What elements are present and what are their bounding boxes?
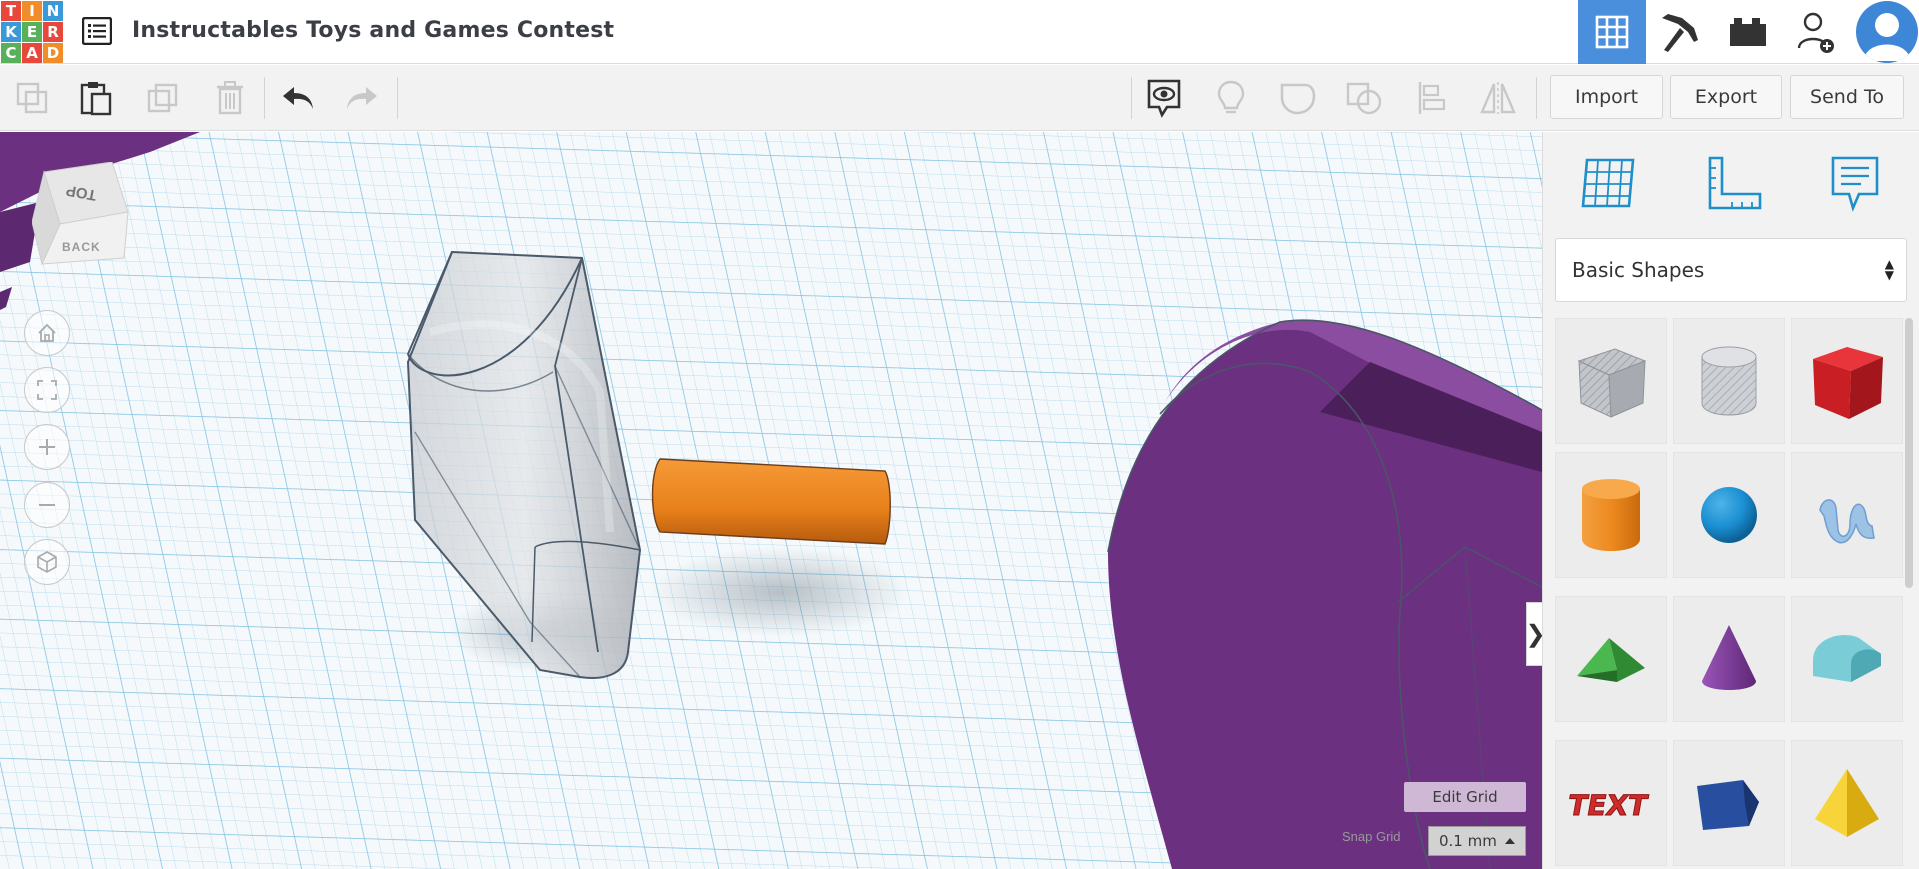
- shape-box[interactable]: [1791, 318, 1903, 444]
- logo-letter: D: [43, 43, 63, 63]
- delete-icon[interactable]: [208, 76, 252, 120]
- polygon-icon: [1697, 780, 1759, 830]
- home-view-icon[interactable]: [24, 310, 70, 356]
- cylinder-icon: [1582, 479, 1640, 551]
- view-cube[interactable]: TOP BACK: [31, 161, 142, 282]
- shape-scribble[interactable]: [1791, 452, 1903, 578]
- brick-view-icon[interactable]: [1714, 0, 1782, 64]
- cylinder-hole-icon: [1701, 346, 1757, 416]
- box-hole-icon: [1577, 348, 1647, 418]
- mirror-icon[interactable]: [1476, 76, 1520, 120]
- round-roof-icon: [1813, 634, 1881, 682]
- shapes-scrollbar[interactable]: [1905, 318, 1913, 588]
- view-cube-back-label: BACK: [62, 240, 101, 254]
- copy-icon[interactable]: [10, 76, 54, 120]
- top-bar: T I N K E R C A D Instructables Toys and…: [0, 0, 1919, 64]
- 3d-design-view-icon[interactable]: [1578, 0, 1646, 64]
- text-shape-icon: TEXT: [1568, 789, 1651, 823]
- roof-icon: [1577, 638, 1645, 682]
- pyramid-icon: [1815, 769, 1879, 837]
- fit-view-icon[interactable]: [24, 367, 70, 413]
- zoom-out-icon[interactable]: [24, 482, 70, 528]
- align-icon[interactable]: [1410, 76, 1454, 120]
- workplane[interactable]: TOP BACK Edit Grid Snap Grid 0.1 mm ❯: [0, 132, 1542, 869]
- edit-grid-button[interactable]: Edit Grid: [1404, 782, 1526, 812]
- select-arrows-icon: ▲ ▼: [1884, 257, 1894, 282]
- shapes-panel: Basic Shapes ▲ ▼ TEXT: [1542, 132, 1919, 869]
- light-bulb-icon[interactable]: [1209, 76, 1253, 120]
- logo-letter: E: [22, 22, 42, 42]
- shape-text[interactable]: TEXT: [1555, 740, 1667, 866]
- shape-category-value: Basic Shapes: [1572, 258, 1705, 282]
- svg-text:TEXT: TEXT: [1568, 789, 1651, 822]
- logo-letter: N: [43, 1, 63, 21]
- tinkercad-logo[interactable]: T I N K E R C A D: [0, 0, 64, 64]
- design-list-icon[interactable]: [80, 14, 114, 48]
- caret-up-icon: [1505, 838, 1515, 844]
- sphere-icon: [1701, 487, 1757, 543]
- notes-visibility-icon[interactable]: [1142, 76, 1186, 120]
- zoom-in-icon[interactable]: [24, 424, 70, 470]
- scribble-icon: [1819, 499, 1875, 544]
- cone-icon: [1702, 625, 1756, 690]
- logo-letter: K: [1, 22, 21, 42]
- snap-grid-select[interactable]: 0.1 mm: [1428, 826, 1526, 856]
- duplicate-icon[interactable]: [142, 76, 186, 120]
- undo-icon[interactable]: [276, 76, 320, 120]
- box-icon: [1813, 347, 1883, 419]
- orange-cylinder-shape: [651, 458, 891, 545]
- minecraft-pickaxe-icon[interactable]: [1646, 0, 1714, 64]
- shape-round-roof[interactable]: [1791, 596, 1903, 722]
- logo-letter: C: [1, 43, 21, 63]
- workplane-grid: [0, 132, 1542, 869]
- toolbar-divider: [397, 77, 398, 119]
- logo-letter: A: [22, 43, 42, 63]
- logo-letter: T: [1, 1, 21, 21]
- paste-icon[interactable]: [74, 76, 118, 120]
- workplane-icon[interactable]: [1577, 150, 1643, 216]
- shape-cylinder[interactable]: [1555, 452, 1667, 578]
- toolbar-divider: [1131, 77, 1132, 119]
- ungroup-icon[interactable]: [1342, 76, 1386, 120]
- snap-grid-label: Snap Grid: [1342, 829, 1401, 844]
- export-button[interactable]: Export: [1670, 75, 1782, 119]
- perspective-icon[interactable]: [24, 539, 70, 585]
- design-title[interactable]: Instructables Toys and Games Contest: [132, 18, 614, 43]
- snap-grid-value: 0.1 mm: [1439, 832, 1497, 850]
- shape-cylinder-hole[interactable]: [1673, 318, 1785, 444]
- import-button[interactable]: Import: [1550, 75, 1663, 119]
- logo-letter: I: [22, 1, 42, 21]
- toolbar-divider: [264, 77, 265, 119]
- shape-box-hole[interactable]: [1555, 318, 1667, 444]
- toolbar-divider: [1536, 77, 1537, 119]
- shape-roof[interactable]: [1555, 596, 1667, 722]
- logo-letter: R: [43, 22, 63, 42]
- shape-polygon[interactable]: [1673, 740, 1785, 866]
- ruler-icon[interactable]: [1701, 150, 1767, 216]
- invite-user-icon[interactable]: [1782, 0, 1850, 64]
- redo-icon[interactable]: [340, 76, 384, 120]
- notes-icon[interactable]: [1822, 150, 1888, 216]
- group-icon[interactable]: [1276, 76, 1320, 120]
- send-to-button[interactable]: Send To: [1790, 75, 1904, 119]
- collapse-panel-button[interactable]: ❯: [1525, 602, 1542, 666]
- shape-category-select[interactable]: Basic Shapes ▲ ▼: [1555, 238, 1907, 302]
- shape-sphere[interactable]: [1673, 452, 1785, 578]
- shape-pyramid[interactable]: [1791, 740, 1903, 866]
- edit-toolbar: Import Export Send To: [0, 65, 1919, 131]
- user-avatar[interactable]: [1855, 0, 1919, 64]
- shape-cone[interactable]: [1673, 596, 1785, 722]
